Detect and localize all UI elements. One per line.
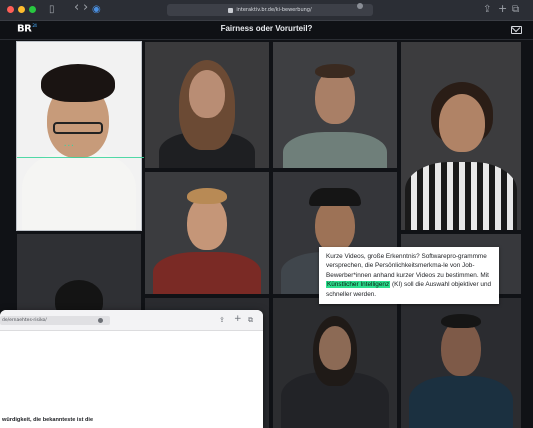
person-body bbox=[153, 252, 261, 294]
person-hair bbox=[187, 188, 227, 204]
tab-overview-icon[interactable]: ⧉ bbox=[512, 3, 519, 17]
tab-overview-icon[interactable]: ⧉ bbox=[248, 316, 253, 325]
person-face bbox=[189, 70, 225, 118]
minimize-window-button[interactable] bbox=[18, 6, 25, 13]
video-tile-active[interactable] bbox=[16, 41, 142, 231]
new-tab-icon[interactable]: + bbox=[234, 315, 242, 324]
video-tile[interactable] bbox=[401, 42, 521, 230]
person-hair bbox=[441, 314, 481, 328]
share-icon[interactable]: ⇪ bbox=[219, 316, 225, 325]
video-tile[interactable] bbox=[17, 234, 141, 314]
story-caption-card: Kurze Videos, große Erkenntnis? Software… bbox=[319, 247, 499, 305]
browser-toolbar: ▯ ‹ › ◉ interaktiv.br.de/ki-bewerbung/ ⇪… bbox=[0, 0, 533, 21]
person-hair bbox=[55, 280, 103, 314]
glasses-icon bbox=[53, 122, 103, 134]
new-tab-icon[interactable]: + bbox=[498, 2, 507, 16]
video-tile[interactable] bbox=[145, 172, 269, 294]
person-face bbox=[315, 198, 355, 252]
person-face bbox=[441, 320, 481, 376]
address-bar[interactable]: interaktiv.br.de/ki-bewerbung/ bbox=[167, 4, 373, 16]
person-hair bbox=[41, 64, 115, 102]
sidebar-icon[interactable]: ▯ bbox=[49, 3, 55, 17]
person-face bbox=[187, 196, 227, 250]
video-tile[interactable] bbox=[273, 42, 397, 168]
person-body bbox=[283, 132, 387, 168]
popup-address-bar[interactable]: de/ernaehtes-risiko/ bbox=[0, 316, 110, 325]
address-bar-url: interaktiv.br.de/ki-bewerbung/ bbox=[236, 7, 312, 13]
video-tile[interactable] bbox=[145, 42, 269, 168]
person-shirt bbox=[22, 152, 136, 230]
person-body bbox=[405, 162, 517, 230]
face-scan-line bbox=[17, 157, 144, 158]
video-tile[interactable] bbox=[273, 298, 397, 428]
video-tile[interactable] bbox=[401, 298, 521, 428]
person-hair bbox=[315, 64, 355, 78]
popup-page-menu-icon[interactable] bbox=[98, 318, 103, 323]
person-face bbox=[439, 94, 485, 152]
cap-icon bbox=[309, 188, 361, 206]
zoom-window-button[interactable] bbox=[29, 6, 36, 13]
lock-icon bbox=[228, 7, 234, 13]
page-menu-icon[interactable] bbox=[357, 3, 363, 9]
caption-text: Kurze Videos, große Erkenntnis? Software… bbox=[326, 253, 492, 298]
back-icon[interactable]: ‹ bbox=[74, 1, 79, 15]
popup-body-text: würdigkeit, die bekannteste ist die bbox=[2, 417, 94, 423]
shield-icon[interactable]: ◉ bbox=[92, 3, 101, 17]
overlapping-browser-window[interactable]: de/ernaehtes-risiko/ ⇪ + ⧉ würdigkeit, d… bbox=[0, 310, 263, 428]
forward-icon[interactable]: › bbox=[83, 1, 88, 15]
close-window-button[interactable] bbox=[7, 6, 14, 13]
share-icon[interactable]: ⇪ bbox=[483, 3, 491, 17]
page-title: Fairness oder Vorurteil? bbox=[220, 24, 313, 33]
highlight-ki-term[interactable]: Künstlicher Intelligenz bbox=[326, 281, 391, 289]
person-face bbox=[319, 326, 351, 370]
person-body bbox=[409, 376, 513, 428]
mail-icon[interactable] bbox=[511, 26, 522, 34]
browser-window: ▯ ‹ › ◉ interaktiv.br.de/ki-bewerbung/ ⇪… bbox=[0, 0, 533, 428]
app-header: BR24 Fairness oder Vorurteil? bbox=[0, 21, 533, 40]
person-face bbox=[315, 70, 355, 124]
face-landmark-dots: • • • bbox=[64, 143, 74, 148]
popup-toolbar: de/ernaehtes-risiko/ ⇪ + ⧉ bbox=[0, 310, 263, 331]
